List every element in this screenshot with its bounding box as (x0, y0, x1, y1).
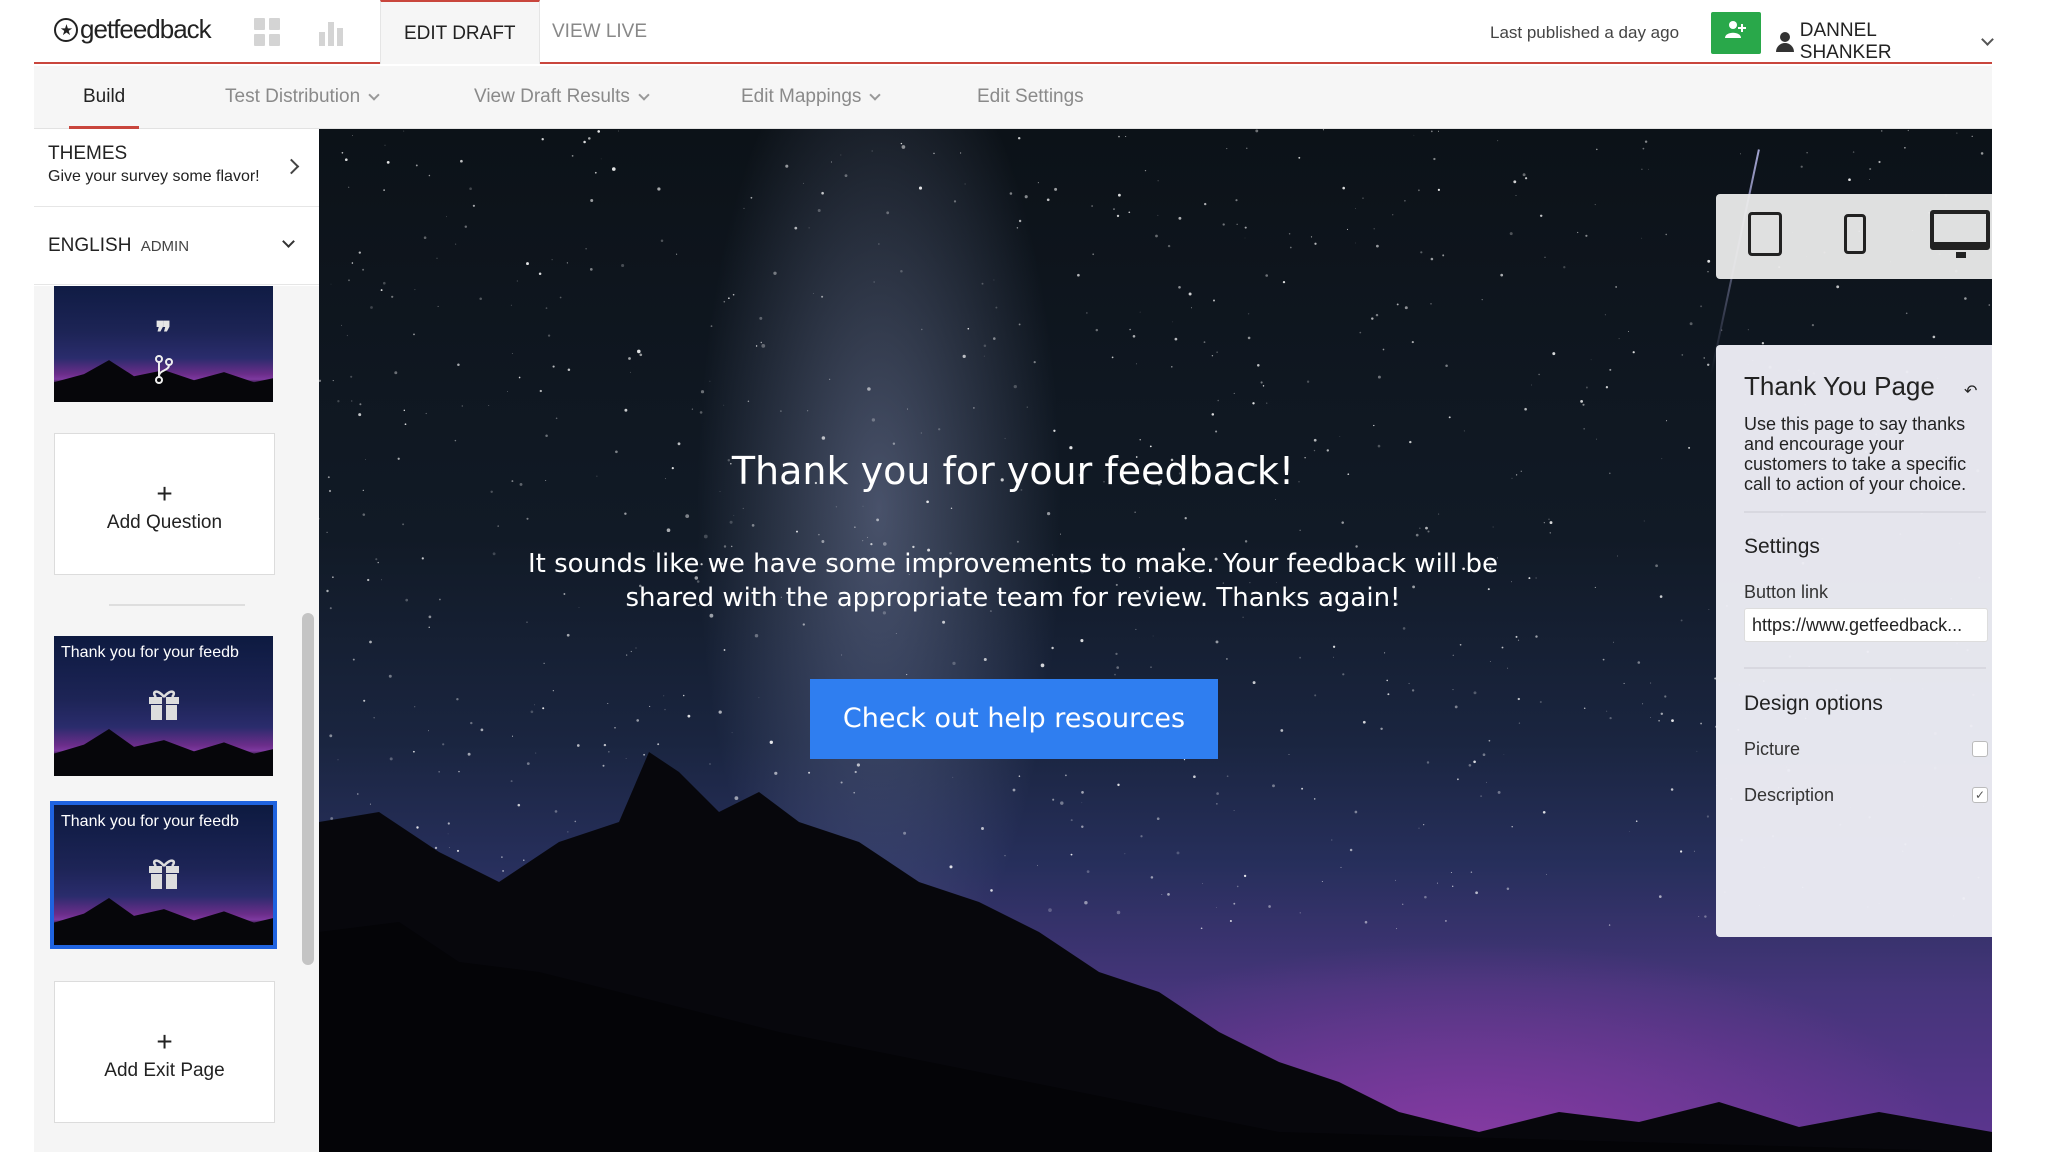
tablet-icon[interactable] (1748, 212, 1782, 256)
star-logo-icon: ★ (54, 17, 78, 42)
tab-view-live[interactable]: VIEW LIVE (529, 0, 670, 64)
panel-title: Thank You Page (1744, 371, 1935, 401)
desktop-icon[interactable] (1930, 210, 1990, 258)
subnav-edit-mappings[interactable]: Edit Mappings (741, 66, 882, 129)
survey-preview-canvas: Thank you for your feedback! It sounds l… (319, 129, 1992, 1152)
section-divider (109, 604, 245, 606)
mountain-silhouette (54, 897, 273, 945)
button-link-input[interactable] (1744, 608, 1988, 642)
left-sidebar: THEMES Give your survey some flavor! ENG… (34, 129, 319, 1152)
last-published-status: Last published a day ago (1490, 23, 1680, 42)
chevron-down-icon (869, 89, 882, 101)
panel-description: Use this page to say thanks and encourag… (1744, 414, 1967, 494)
page-list: ❞ + Add Question Thank you for your feed… (34, 286, 319, 1152)
gift-icon (147, 688, 181, 725)
getfeedback-logo[interactable]: ★ getfeedback (54, 14, 212, 45)
plus-icon: + (156, 478, 173, 509)
plus-icon: + (156, 1026, 173, 1057)
user-icon (1776, 32, 1794, 52)
device-preview-switcher (1716, 194, 1992, 279)
themes-panel[interactable]: THEMES Give your survey some flavor! (34, 129, 319, 207)
chevron-down-icon (282, 235, 295, 248)
chevron-down-icon (368, 89, 380, 101)
subnav-edit-settings-label: Edit Settings (977, 86, 1084, 107)
dashboard-grid-icon[interactable] (254, 18, 282, 46)
page-thumbnail-exit-2-selected[interactable]: Thank you for your feedb (50, 801, 277, 949)
sub-navigation: Build Test Distribution View Draft Resul… (34, 66, 1992, 129)
subnav-view-draft-results-label: View Draft Results (474, 86, 630, 107)
description-option-label: Description (1744, 785, 1835, 805)
branch-logic-icon (154, 354, 174, 389)
language-selector[interactable]: ENGLISH ADMIN (34, 207, 319, 285)
add-question-label: Add Question (106, 512, 223, 533)
page-thumbnail-exit-1[interactable]: Thank you for your feedb (54, 636, 273, 776)
description-checkbox[interactable]: ✓ (1972, 787, 1988, 803)
top-bar: ★ getfeedback EDIT DRAFT VIEW LIVE Last … (34, 0, 1994, 64)
settings-section-title: Settings (1744, 535, 1820, 558)
page-thumbnail-question[interactable]: ❞ (54, 286, 273, 402)
subnav-build[interactable]: Build (68, 66, 140, 129)
thank-you-description[interactable]: It sounds like we have some improvements… (513, 547, 1513, 615)
thumbnail-title: Thank you for your feedb (61, 644, 239, 661)
subnav-test-distribution[interactable]: Test Distribution (225, 66, 380, 129)
user-name: DANNEL SHANKER (1799, 20, 1892, 63)
add-collaborator-button[interactable] (1711, 12, 1761, 54)
chevron-down-icon (1981, 32, 1994, 46)
mountain-silhouette (54, 728, 273, 776)
add-user-icon (1725, 20, 1747, 46)
themes-title: THEMES (48, 143, 128, 164)
add-question-button[interactable]: + Add Question (54, 433, 275, 575)
subnav-view-draft-results[interactable]: View Draft Results (474, 66, 650, 129)
quote-icon: ❞ (155, 316, 172, 351)
subnav-test-distribution-label: Test Distribution (225, 86, 361, 107)
panel-divider (1744, 511, 1986, 513)
language-label: ENGLISH (48, 235, 132, 256)
picture-checkbox[interactable] (1972, 741, 1988, 757)
button-link-label: Button link (1744, 582, 1829, 602)
language-role: ADMIN (140, 238, 190, 255)
subnav-build-label: Build (83, 86, 126, 107)
panel-divider (1744, 667, 1986, 669)
add-exit-page-button[interactable]: + Add Exit Page (54, 981, 275, 1123)
help-resources-button[interactable]: Check out help resources (810, 679, 1218, 759)
user-menu[interactable]: DANNEL SHANKER (1776, 20, 1994, 64)
undo-arrow-icon[interactable]: ↶ (1964, 381, 1977, 401)
add-exit-page-label: Add Exit Page (104, 1060, 225, 1081)
tab-edit-draft[interactable]: EDIT DRAFT (380, 0, 540, 64)
analytics-bar-chart-icon[interactable] (319, 18, 347, 46)
picture-option-label: Picture (1744, 739, 1801, 759)
gift-icon (147, 857, 181, 894)
chevron-down-icon (638, 89, 650, 101)
thumbnail-title: Thank you for your feedb (61, 813, 239, 830)
subnav-edit-mappings-label: Edit Mappings (741, 86, 862, 107)
phone-icon[interactable] (1844, 214, 1866, 254)
logo-text: getfeedback (80, 14, 212, 44)
design-options-title: Design options (1744, 692, 1883, 715)
page-settings-panel: Thank You Page ↶ Use this page to say th… (1716, 345, 1992, 937)
thank-you-title[interactable]: Thank you for your feedback! (319, 449, 1707, 493)
subnav-edit-settings[interactable]: Edit Settings (977, 66, 1084, 129)
sidebar-scrollbar[interactable] (302, 613, 314, 965)
themes-subtitle: Give your survey some flavor! (48, 168, 260, 185)
